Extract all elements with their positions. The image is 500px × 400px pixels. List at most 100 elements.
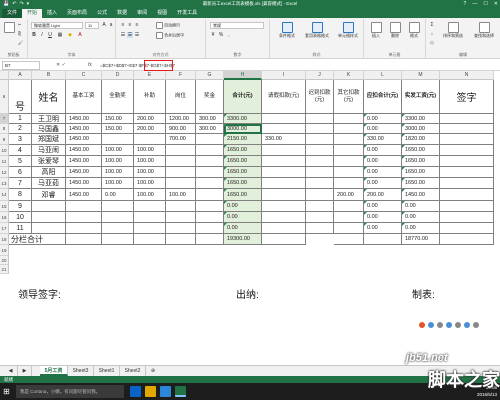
row-header-13[interactable]: 13: [0, 178, 9, 189]
sheet-tab-sheet1[interactable]: Sheet1: [94, 366, 120, 376]
cell-late[interactable]: [306, 167, 334, 178]
empty-row[interactable]: [9, 256, 494, 265]
row-header-11[interactable]: 11: [0, 156, 9, 167]
ime-tools-icon[interactable]: [473, 322, 479, 328]
sogou-icon[interactable]: [419, 322, 425, 328]
cortana-search[interactable]: 我是 Cortana，小娜。有问题尽管问我。: [16, 385, 124, 398]
merge-center-button[interactable]: 合并后居中: [156, 32, 184, 39]
cell-leave[interactable]: [262, 223, 306, 234]
tab-home[interactable]: 开始: [22, 9, 43, 18]
format-cells-button[interactable]: 格式: [405, 22, 423, 39]
cell-bonus[interactable]: 0.00: [102, 189, 134, 201]
column-header-j[interactable]: J: [306, 71, 334, 80]
cell-post[interactable]: 900.00: [166, 124, 196, 134]
row-header-17[interactable]: 17: [0, 223, 9, 234]
cell-actual[interactable]: 3300.00: [402, 114, 440, 124]
cell-late[interactable]: [306, 134, 334, 145]
cell-late[interactable]: [306, 189, 334, 201]
tab-page-layout[interactable]: 页面布局: [62, 9, 92, 18]
row-header-9[interactable]: 9: [0, 134, 9, 145]
cell-basic[interactable]: 1450.00: [66, 145, 102, 156]
cell-basic[interactable]: 1450.00: [66, 167, 102, 178]
cell-leave[interactable]: [262, 156, 306, 167]
row-header-14[interactable]: 14: [0, 189, 9, 201]
subtotal-cell[interactable]: [166, 234, 196, 245]
row-header-15[interactable]: 15: [0, 201, 9, 212]
tab-insert[interactable]: 插入: [42, 9, 62, 18]
cell-deduct[interactable]: 0.00: [364, 114, 402, 124]
cell-bonus[interactable]: 150.00: [102, 124, 134, 134]
cell-leave[interactable]: [262, 189, 306, 201]
row-header-19[interactable]: 19: [0, 245, 9, 256]
cell-name[interactable]: 邓睿: [32, 189, 66, 201]
cell-award[interactable]: 300.00: [196, 124, 224, 134]
cell-award[interactable]: 300.00: [196, 114, 224, 124]
cell-other[interactable]: [334, 212, 364, 223]
font-size-select[interactable]: 11: [85, 22, 99, 29]
cell-name[interactable]: 马亚茹: [32, 178, 66, 189]
cell-subsidy[interactable]: [134, 134, 166, 145]
enter-icon[interactable]: ✓: [62, 62, 66, 68]
cell-other[interactable]: [334, 201, 364, 212]
row-header-10[interactable]: 10: [0, 145, 9, 156]
cell-bonus[interactable]: [102, 223, 134, 234]
cell-other[interactable]: 200.00: [334, 189, 364, 201]
cell-other[interactable]: [334, 167, 364, 178]
cell-no[interactable]: 9: [9, 201, 32, 212]
cell-actual[interactable]: 1650.00: [402, 167, 440, 178]
cell-post[interactable]: [166, 178, 196, 189]
cell-actual[interactable]: 0.00: [402, 223, 440, 234]
font-name-select[interactable]: 微软雅黑 Light: [31, 22, 83, 29]
bold-icon[interactable]: B: [31, 32, 37, 38]
cell-total[interactable]: 3300.00: [224, 114, 262, 124]
cell-styles-button[interactable]: 单元格样式: [333, 22, 363, 39]
cell-late[interactable]: [306, 201, 334, 212]
cell-name[interactable]: [32, 201, 66, 212]
cell-sign[interactable]: [440, 178, 494, 189]
cell-name[interactable]: 郑国斌: [32, 134, 66, 145]
cell-award[interactable]: [196, 212, 224, 223]
column-header-d[interactable]: D: [102, 71, 134, 80]
row-header-16[interactable]: 16: [0, 212, 9, 223]
cell-actual[interactable]: 1450.00: [402, 189, 440, 201]
cell-bonus[interactable]: 100.00: [102, 167, 134, 178]
subtotal-cell[interactable]: [102, 234, 134, 245]
copy-icon[interactable]: ⎘: [18, 31, 21, 36]
fill-color-icon[interactable]: ◆: [67, 32, 73, 38]
column-header-f[interactable]: F: [166, 71, 196, 80]
windows-start-icon[interactable]: ⊞: [3, 387, 12, 396]
cell-leave[interactable]: [262, 124, 306, 134]
cell-name[interactable]: 高阳: [32, 167, 66, 178]
subtotal-cell[interactable]: [196, 234, 224, 245]
percent-icon[interactable]: %: [218, 32, 224, 38]
cell-subsidy[interactable]: 100.00: [134, 167, 166, 178]
cell-total[interactable]: 1650.00: [224, 145, 262, 156]
cell-sign[interactable]: [440, 201, 494, 212]
cell-actual[interactable]: 0.00: [402, 201, 440, 212]
cell-name[interactable]: 马国鑫: [32, 124, 66, 134]
cell-basic[interactable]: [66, 201, 102, 212]
cell-no[interactable]: 5: [9, 156, 32, 167]
cell-post[interactable]: [166, 212, 196, 223]
cell-no[interactable]: 6: [9, 167, 32, 178]
cell-post[interactable]: [166, 223, 196, 234]
cell-late[interactable]: [306, 156, 334, 167]
cell-late[interactable]: [306, 124, 334, 134]
ime-mode-icon[interactable]: [428, 322, 434, 328]
cell-name[interactable]: 王卫明: [32, 114, 66, 124]
cell-sign[interactable]: [440, 189, 494, 201]
cell-award[interactable]: [196, 201, 224, 212]
cell-sign[interactable]: [440, 167, 494, 178]
format-as-table-button[interactable]: 套用表格格式: [302, 22, 332, 39]
cell-name[interactable]: 张爱琴: [32, 156, 66, 167]
cell-bonus[interactable]: [102, 201, 134, 212]
cell-post[interactable]: [166, 201, 196, 212]
cell-basic[interactable]: 1450.00: [66, 114, 102, 124]
edge-icon[interactable]: [130, 386, 141, 397]
clear-icon[interactable]: ◇: [429, 40, 435, 46]
cell-deduct[interactable]: 0.00: [364, 201, 402, 212]
cell-sign[interactable]: [440, 223, 494, 234]
input-method-toolbar[interactable]: [419, 321, 497, 329]
cell-bonus[interactable]: 150.00: [102, 114, 134, 124]
column-header-c[interactable]: C: [66, 71, 102, 80]
